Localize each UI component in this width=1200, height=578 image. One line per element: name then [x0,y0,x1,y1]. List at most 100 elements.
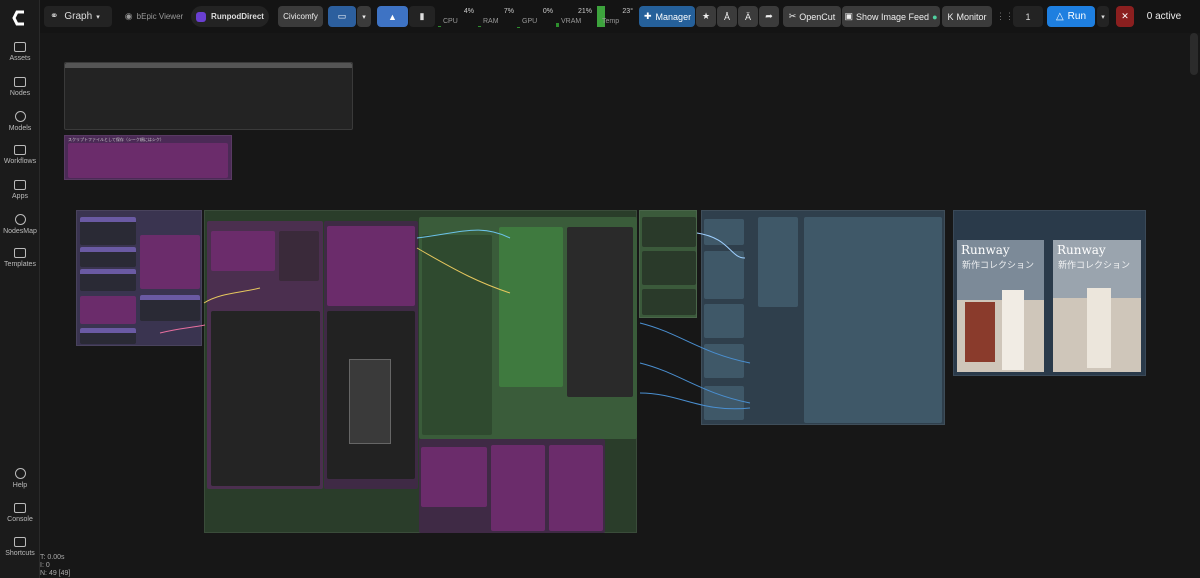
sidebar-item-templates[interactable]: Templates [0,248,40,268]
compare-node[interactable] [704,304,744,338]
civicomfy-button[interactable]: Civicomfy [278,6,323,27]
opencut-button[interactable]: ✂ OpenCut [783,6,841,27]
sampler-node[interactable] [499,227,563,387]
canvas-scrollbar[interactable] [1190,33,1198,75]
param-node[interactable] [279,231,319,281]
input-node[interactable] [80,328,136,344]
screen-toggle-button[interactable]: ▭ [328,6,356,27]
upscale-node[interactable] [642,217,696,247]
show-image-feed-button[interactable]: ▣ Show Image Feed ● [842,6,940,27]
workflows-icon [14,145,26,155]
sidebar-item-help[interactable]: Help [0,468,40,489]
warning-triangle-icon: △ [1055,11,1064,22]
bookmark-button[interactable]: ▮ [409,6,435,27]
mask-subgroup[interactable] [324,221,418,489]
preview-node[interactable] [211,311,320,486]
sidebar-item-nodes[interactable]: Nodes [0,77,40,97]
mask-node[interactable] [327,226,415,306]
main-green-group[interactable] [204,210,637,533]
bepic-viewer-button[interactable]: ◉ bEpic Viewer [122,6,186,27]
sidebar-item-label: Console [7,516,33,523]
screen-dropdown-button[interactable]: ▾ [357,6,371,27]
text-node[interactable] [68,143,228,178]
text-node-group[interactable]: スクリプトファイルとして保存（シーク順にはシク） [64,135,232,180]
graph-tab[interactable]: ⚭ Graph ▾ [44,6,112,27]
monitor-button[interactable]: K Monitor [942,6,992,27]
close-icon: ✕ [1121,11,1129,21]
share-button[interactable]: ➦ [759,6,779,27]
prompt-node[interactable] [140,235,200,289]
iteration-stat: I: 0 [40,562,50,569]
graph-canvas[interactable]: スクリプトファイルとして保存（シーク順にはシク） Runway 新作コレクション… [40,33,1200,578]
cpu-stat: 4% CPU [438,6,476,27]
output-node[interactable] [491,445,545,531]
lora-subgroup[interactable] [419,217,637,439]
lora-node[interactable] [422,235,492,435]
compare-node[interactable] [704,386,744,420]
drag-handle-icon[interactable]: ⋮⋮ [996,6,1014,27]
input-group[interactable] [76,210,202,346]
run-button[interactable]: △ Run [1047,6,1095,27]
note-node[interactable] [64,62,353,130]
template-b-button[interactable]: Ä [738,6,758,27]
sidebar-item-apps[interactable]: Apps [0,180,40,200]
output-subgroup[interactable] [419,439,605,533]
help-icon [14,468,26,479]
runpod-button[interactable]: RunpodDirect [191,6,269,27]
sidebar-item-workflows[interactable]: Workflows [0,145,40,165]
output-node[interactable] [421,447,487,507]
purple-node[interactable] [211,231,275,271]
ram-label: RAM [483,18,499,25]
vram-value: 21% [577,8,592,15]
sidebar-item-models[interactable]: Models [0,111,40,132]
sidebar-item-label: NodesMap [3,228,37,235]
prompt-node[interactable] [80,296,136,324]
upscale-node[interactable] [642,289,696,315]
share-icon: ➦ [765,11,773,21]
output-image-2[interactable]: Runway 新作コレクション [1053,240,1141,372]
logo-action-button[interactable]: ▲ [377,6,408,27]
input-node[interactable] [80,269,136,291]
templates-icon [14,248,26,258]
input-node[interactable] [80,247,136,267]
purple-subgroup[interactable] [207,221,323,489]
template-a-button[interactable]: Å [717,6,737,27]
temp-value: 23° [622,8,633,15]
compare-node[interactable] [704,344,744,378]
upscale-node[interactable] [642,251,696,285]
sidebar-item-shortcuts[interactable]: Shortcuts [0,537,40,557]
temp-label: Temp [602,18,620,25]
input-node[interactable] [140,295,200,321]
runpod-icon [196,11,207,22]
star-button[interactable]: ★ [696,6,716,27]
image-output-group[interactable]: Runway 新作コレクション Runway 新作コレクション [953,210,1146,376]
cancel-button[interactable]: ✕ [1116,6,1134,27]
comfy-logo-icon[interactable] [10,8,30,28]
bookmark-icon: ▮ [419,11,425,21]
switch-node[interactable] [758,217,798,307]
sidebar-item-console[interactable]: Console [0,503,40,523]
run-options-button[interactable]: ▾ [1097,6,1109,27]
image-preview-node[interactable] [567,227,633,397]
input-node[interactable] [80,217,136,245]
models-icon [14,111,26,122]
opencut-label: OpenCut [799,11,836,22]
sidebar-item-assets[interactable]: Assets [0,42,40,62]
manager-button[interactable]: ✚ Manager [639,6,695,27]
graph-label: Graph [64,11,93,22]
nodes-icon [14,77,26,87]
mask-editor[interactable] [327,311,415,479]
upscale-group[interactable] [639,210,697,318]
node-count-stat: N: 49 [49] [40,570,71,577]
queue-count-input[interactable]: 1 [1013,6,1043,27]
active-queue-label[interactable]: 0 active [1140,6,1188,27]
image-title: Runway [961,243,1010,257]
output-image-1[interactable]: Runway 新作コレクション [957,240,1044,372]
mask-canvas[interactable] [349,359,391,444]
compare-node[interactable] [704,251,744,299]
output-node[interactable] [549,445,603,531]
preview-compare-node[interactable] [804,217,942,423]
compare-node[interactable] [704,219,744,245]
sidebar-item-nodesmap[interactable]: NodesMap [0,214,40,235]
compare-group[interactable] [701,210,945,425]
